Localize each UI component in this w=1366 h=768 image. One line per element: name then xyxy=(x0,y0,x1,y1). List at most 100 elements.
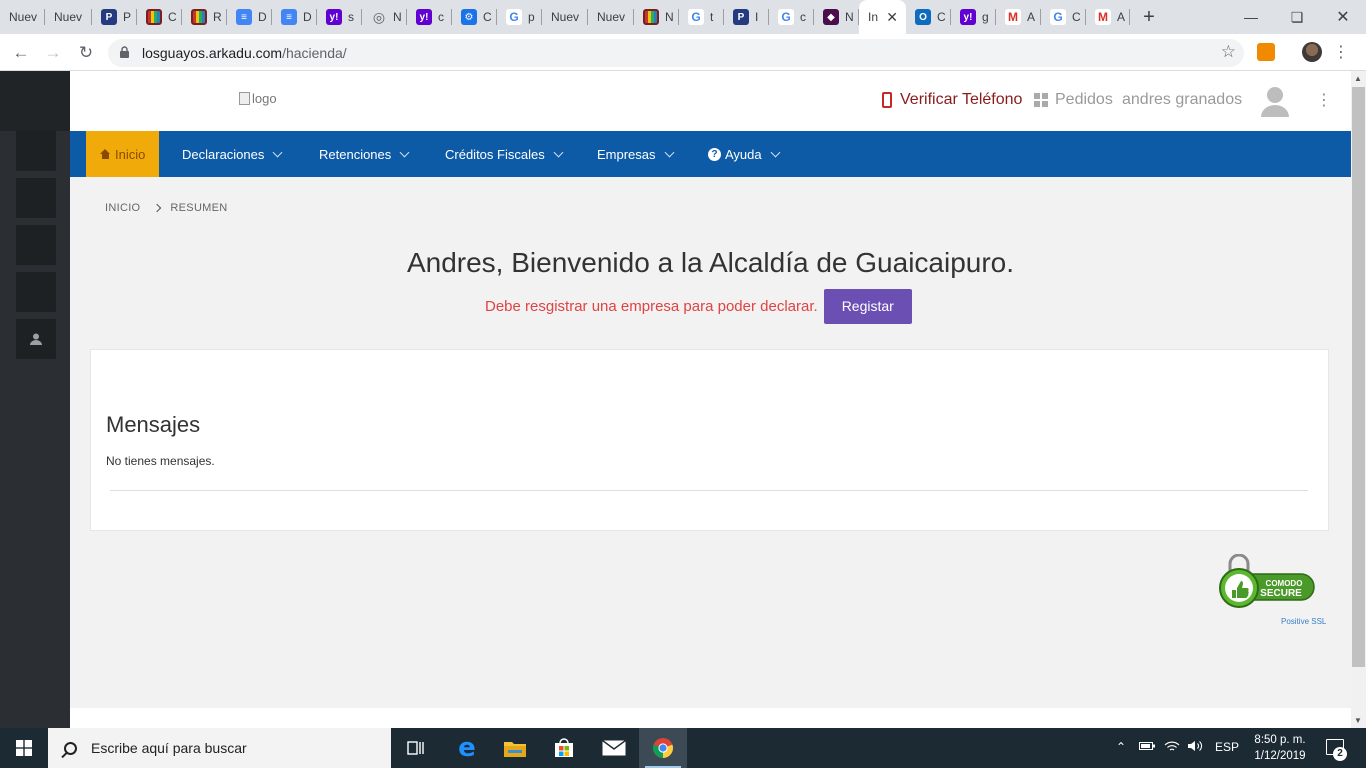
sidebar-button-4[interactable] xyxy=(16,272,56,312)
nav-item-ayuda[interactable]: ? Ayuda xyxy=(708,131,781,177)
browser-tab[interactable]: Nuev xyxy=(45,0,92,34)
edge-browser-icon[interactable]: e xyxy=(443,728,491,768)
register-warning: Debe resgistrar una empresa para poder d… xyxy=(485,298,818,315)
browser-tab-label: C xyxy=(483,10,492,24)
wifi-icon[interactable] xyxy=(1164,740,1180,755)
address-bar[interactable]: losguayos.arkadu.com/hacienda/ ☆ xyxy=(108,39,1244,67)
browser-tab-label: c xyxy=(438,10,444,24)
yahoo-icon: y! xyxy=(326,9,342,25)
page-viewport: logo Verificar Teléfono Pedidos andres g… xyxy=(0,71,1366,728)
gear-icon: ⚙ xyxy=(461,9,477,25)
browser-tab[interactable]: y! g xyxy=(951,0,996,34)
browser-tab-label: N xyxy=(845,10,854,24)
taskbar-search-box[interactable]: Escribe aquí para buscar xyxy=(48,728,391,768)
browser-tab-label: C xyxy=(1072,10,1081,24)
header-menu-icon[interactable]: ⋮ xyxy=(1316,90,1332,110)
browser-tab[interactable]: R xyxy=(182,0,227,34)
language-indicator[interactable]: ESP xyxy=(1215,740,1239,754)
browser-tab[interactable]: MA xyxy=(1086,0,1130,34)
browser-tab[interactable]: ◆ N xyxy=(814,0,859,34)
page-scrollbar[interactable]: ▲ ▼ xyxy=(1351,71,1366,728)
chevron-down-icon xyxy=(399,147,410,157)
taskbar-clock[interactable]: 8:50 p. m. 1/12/2019 xyxy=(1246,732,1314,764)
back-icon[interactable]: ← xyxy=(8,40,34,66)
positive-ssl-caption[interactable]: Positive SSL xyxy=(1281,617,1326,626)
orders-link[interactable]: Pedidos xyxy=(1034,91,1113,109)
extension-shopping-icon[interactable] xyxy=(1257,43,1275,61)
start-button[interactable] xyxy=(0,728,48,768)
browser-tab[interactable]: Nuev xyxy=(0,0,45,34)
nav-item-inicio[interactable]: Inicio xyxy=(86,131,160,177)
browser-tab[interactable]: ≡ D xyxy=(227,0,272,34)
browser-tab[interactable]: y! s xyxy=(317,0,362,34)
close-tab-icon[interactable]: ✕ xyxy=(886,9,898,26)
nav-item-empresas[interactable]: Empresas xyxy=(597,131,674,177)
scroll-up-icon[interactable]: ▲ xyxy=(1354,74,1362,83)
browser-tab-label: Nuev xyxy=(597,10,626,24)
sidebar-button-1[interactable] xyxy=(16,131,56,171)
task-view-icon[interactable] xyxy=(392,728,440,768)
browser-tab[interactable]: Nuev xyxy=(588,0,634,34)
home-icon xyxy=(100,149,111,159)
sidebar-button-3[interactable] xyxy=(16,225,56,265)
mail-icon[interactable] xyxy=(590,728,638,768)
grid-icon xyxy=(1034,93,1048,107)
browser-tab[interactable]: ⚙ C xyxy=(452,0,497,34)
verify-phone-link[interactable]: Verificar Teléfono xyxy=(882,91,1022,109)
sidebar-button-2[interactable] xyxy=(16,178,56,218)
user-avatar-icon[interactable] xyxy=(1260,85,1290,117)
browser-tab[interactable]: MA xyxy=(996,0,1041,34)
comodo-secure-badge[interactable]: COMODO SECURE xyxy=(1216,554,1316,612)
browser-tab[interactable]: C xyxy=(137,0,182,34)
nav-item-creditos-fiscales[interactable]: Créditos Fiscales xyxy=(445,131,564,177)
browser-tab[interactable]: Gt xyxy=(679,0,724,34)
svg-text:SECURE: SECURE xyxy=(1260,588,1302,599)
breadcrumb-inicio[interactable]: INICIO xyxy=(105,202,140,214)
browser-tab[interactable]: GC xyxy=(1041,0,1086,34)
welcome-heading: Andres, Bienvenido a la Alcaldía de Guai… xyxy=(406,247,1015,278)
bookmark-star-icon[interactable]: ☆ xyxy=(1221,42,1236,62)
forward-icon[interactable]: → xyxy=(40,40,66,66)
chrome-taskbar-icon[interactable] xyxy=(639,728,687,768)
user-name-link[interactable]: andres granados xyxy=(1122,91,1242,109)
nav-item-declaraciones[interactable]: Declaraciones xyxy=(182,131,283,177)
browser-tab[interactable]: Nuev xyxy=(542,0,588,34)
chevron-down-icon xyxy=(664,147,674,157)
browser-tab[interactable]: Gp xyxy=(497,0,542,34)
browser-tab-strip: Nuev Nuev P P C R ≡ D ≡ Dy! s ◎ Ny! c ⚙ C Gp Nuev Nuev N Gt P… xyxy=(0,0,1366,34)
browser-menu-icon[interactable]: ⋮ xyxy=(1333,42,1349,62)
volume-icon[interactable] xyxy=(1187,740,1205,755)
minimize-icon[interactable]: — xyxy=(1228,0,1274,34)
browser-tab[interactable]: ≡ D xyxy=(272,0,317,34)
messages-empty-text: No tienes mensajes. xyxy=(106,454,215,468)
chevron-right-icon xyxy=(153,203,162,213)
browser-tab[interactable]: y! c xyxy=(407,0,452,34)
sidebar-user-button[interactable] xyxy=(16,319,56,359)
new-tab-button[interactable]: + xyxy=(1130,0,1168,34)
breadcrumb-resumen: RESUMEN xyxy=(170,202,228,214)
browser-tab[interactable]: OC xyxy=(906,0,951,34)
gmail-icon: M xyxy=(1005,9,1021,25)
browser-tab[interactable]: ◎ N xyxy=(362,0,407,34)
file-explorer-icon[interactable] xyxy=(491,728,539,768)
browser-tab[interactable]: Gc xyxy=(769,0,814,34)
nav-item-retenciones[interactable]: Retenciones xyxy=(319,131,410,177)
site-logo[interactable]: logo xyxy=(239,91,277,106)
close-window-icon[interactable]: ✕ xyxy=(1320,0,1366,34)
browser-tab[interactable]: PI xyxy=(724,0,769,34)
browser-tab-label: Nuev xyxy=(9,10,38,24)
store-icon[interactable] xyxy=(540,728,588,768)
scrollbar-thumb[interactable] xyxy=(1352,87,1365,667)
reload-icon[interactable]: ↻ xyxy=(73,40,99,66)
browser-toolbar: ← → ↻ losguayos.arkadu.com/hacienda/ ☆ ⋮ xyxy=(0,34,1366,71)
browser-tab[interactable]: N xyxy=(634,0,679,34)
browser-tab-label: P xyxy=(123,10,132,24)
scroll-down-icon[interactable]: ▼ xyxy=(1354,716,1362,725)
browser-tab[interactable]: PP xyxy=(92,0,137,34)
profile-avatar[interactable] xyxy=(1302,42,1322,62)
register-button[interactable]: Registar xyxy=(823,289,912,324)
browser-tab[interactable]: In ✕ xyxy=(859,0,906,34)
tray-expand-icon[interactable]: ⌃ xyxy=(1116,740,1126,754)
battery-icon[interactable] xyxy=(1139,740,1155,754)
restore-icon[interactable]: ❏ xyxy=(1274,0,1320,34)
